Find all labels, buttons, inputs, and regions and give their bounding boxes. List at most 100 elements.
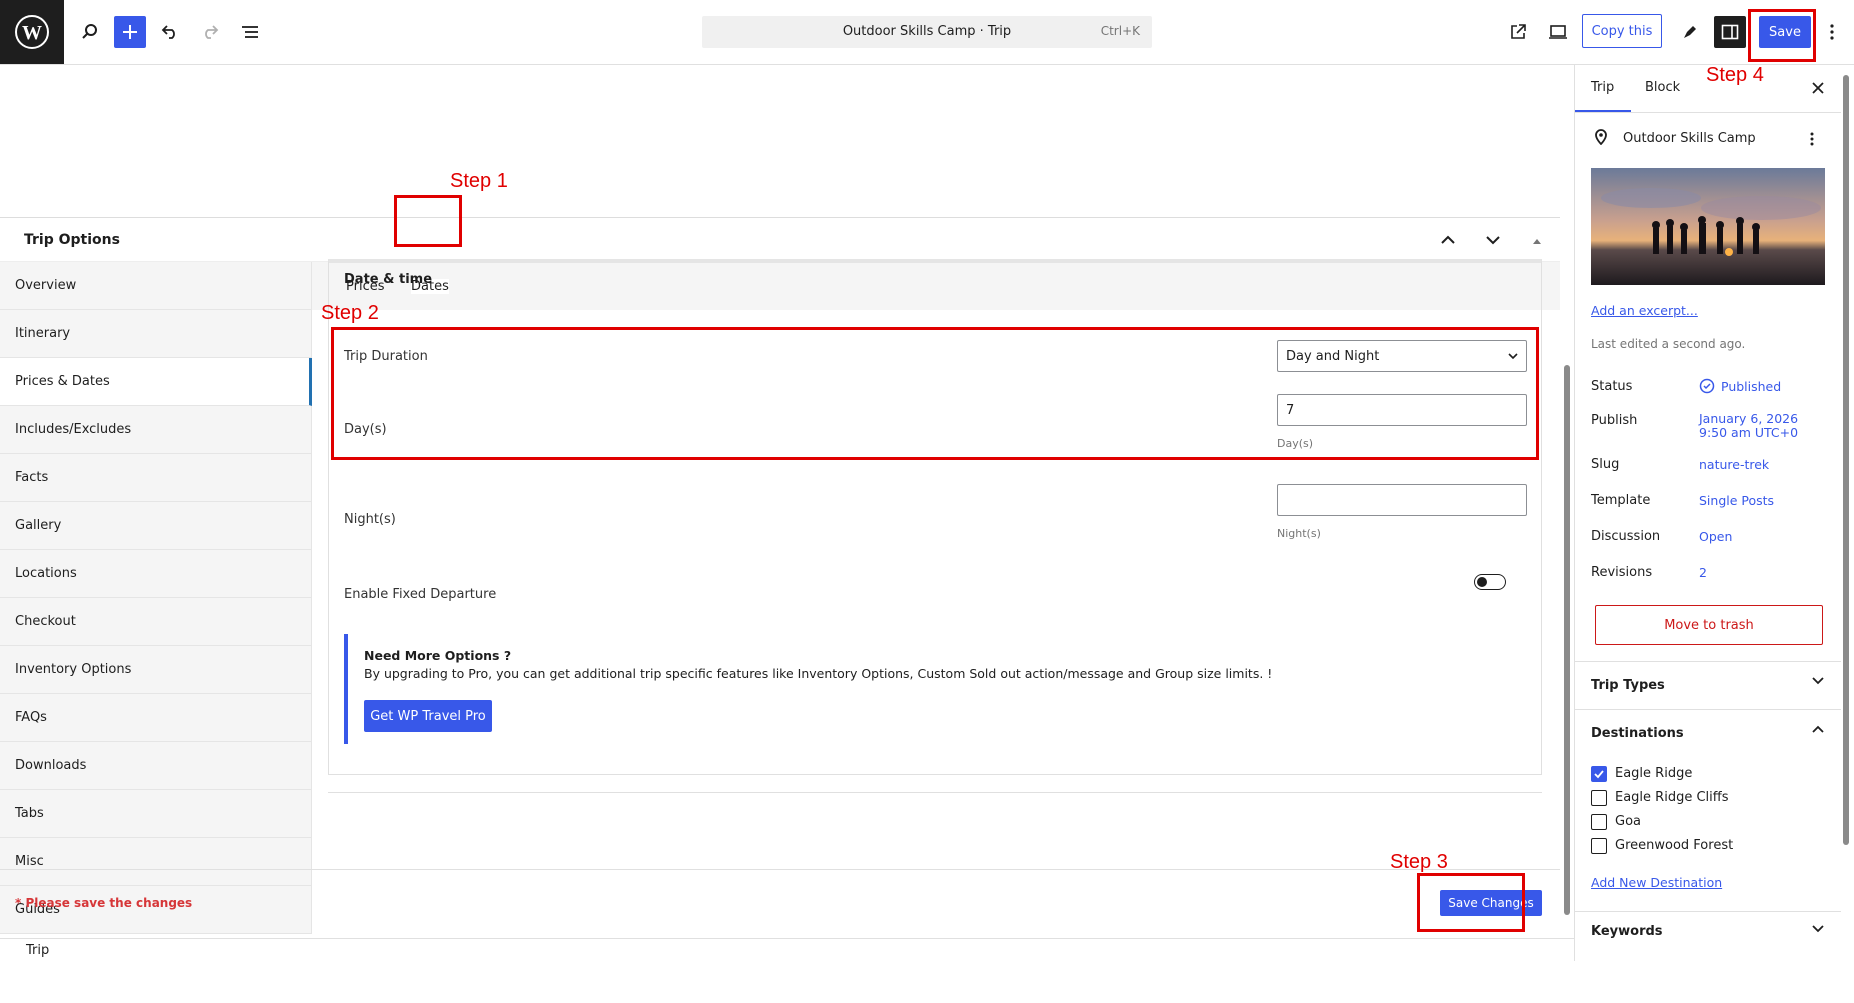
nav-item-facts[interactable]: Facts bbox=[0, 454, 312, 502]
nav-item-prices-dates[interactable]: Prices & Dates bbox=[0, 358, 312, 406]
document-overview-icon[interactable] bbox=[234, 16, 266, 48]
plus-icon bbox=[123, 25, 137, 39]
nav-item-gallery[interactable]: Gallery bbox=[0, 502, 312, 550]
pro-title: Need More Options ? bbox=[364, 648, 512, 663]
pro-text: By upgrading to Pro, you can get additio… bbox=[364, 666, 1273, 681]
trip-types-panel[interactable]: Trip Types bbox=[1575, 661, 1841, 709]
undo-icon[interactable] bbox=[154, 16, 186, 48]
close-icon[interactable] bbox=[1812, 82, 1824, 94]
nights-input[interactable] bbox=[1277, 484, 1527, 516]
publish-time[interactable]: 9:50 am UTC+0 bbox=[1699, 425, 1798, 440]
breadcrumb[interactable]: Trip bbox=[26, 943, 49, 958]
last-edited-text: Last edited a second ago. bbox=[1591, 337, 1746, 351]
revisions-label: Revisions bbox=[1591, 565, 1653, 580]
step-1-annotation: Step 1 bbox=[450, 170, 508, 192]
scrollbar-thumb[interactable] bbox=[1564, 365, 1570, 915]
nav-item-overview[interactable]: Overview bbox=[0, 262, 312, 310]
nav-item-downloads[interactable]: Downloads bbox=[0, 742, 312, 790]
save-warning: * Please save the changes bbox=[15, 896, 193, 910]
add-block-button[interactable] bbox=[114, 16, 146, 48]
tab-block[interactable]: Block bbox=[1645, 80, 1680, 95]
wordpress-icon: W bbox=[15, 15, 49, 49]
tab-trip[interactable]: Trip bbox=[1591, 80, 1614, 95]
step-3-annotation: Step 3 bbox=[1390, 851, 1448, 873]
editor-top-bar: W Outdoor Skills Camp · Trip Ctrl+K Copy… bbox=[0, 0, 1854, 65]
redo-icon[interactable] bbox=[194, 16, 226, 48]
destination-label: Goa bbox=[1615, 814, 1641, 829]
discussion-value[interactable]: Open bbox=[1699, 529, 1732, 544]
settings-sidebar-toggle[interactable] bbox=[1714, 16, 1746, 48]
styles-pen-icon[interactable] bbox=[1674, 16, 1706, 48]
location-pin-icon bbox=[1595, 129, 1607, 145]
editor-footer: Trip bbox=[0, 938, 1574, 961]
keywords-title: Keywords bbox=[1591, 924, 1663, 939]
nav-item-tabs[interactable]: Tabs bbox=[0, 790, 312, 838]
add-new-destination-link[interactable]: Add New Destination bbox=[1591, 875, 1722, 890]
chevron-up-icon[interactable] bbox=[1811, 724, 1825, 734]
nav-item-inventory-options[interactable]: Inventory Options bbox=[0, 646, 312, 694]
destination-checkbox-eagle-ridge-cliffs[interactable] bbox=[1591, 790, 1607, 806]
fixed-departure-label: Enable Fixed Departure bbox=[344, 587, 497, 602]
destination-label: Eagle Ridge Cliffs bbox=[1615, 790, 1729, 805]
save-button[interactable]: Save bbox=[1759, 16, 1811, 48]
chevron-up-icon[interactable] bbox=[1440, 234, 1456, 246]
document-title: Outdoor Skills Camp · Trip bbox=[842, 24, 1012, 39]
add-excerpt-link[interactable]: Add an excerpt... bbox=[1591, 303, 1698, 318]
nav-item-misc[interactable]: Misc bbox=[0, 838, 312, 886]
collapse-triangle-icon[interactable] bbox=[1532, 237, 1542, 245]
destination-checkbox-eagle-ridge[interactable] bbox=[1591, 766, 1607, 782]
publish-date[interactable]: January 6, 2026 bbox=[1699, 411, 1798, 426]
keywords-panel[interactable]: Keywords bbox=[1575, 911, 1841, 959]
revisions-value[interactable]: 2 bbox=[1699, 565, 1707, 580]
section-title: Date & time bbox=[344, 272, 433, 287]
slug-label: Slug bbox=[1591, 457, 1620, 472]
discussion-label: Discussion bbox=[1591, 529, 1661, 544]
copy-this-button[interactable]: Copy this bbox=[1582, 14, 1662, 48]
chevron-down-icon bbox=[1812, 925, 1824, 933]
trip-duration-select[interactable]: Day and Night bbox=[1277, 340, 1527, 372]
destinations-panel: Destinations Eagle Ridge Eagle Ridge Cli… bbox=[1575, 709, 1841, 919]
nav-item-locations[interactable]: Locations bbox=[0, 550, 312, 598]
destination-checkbox-goa[interactable] bbox=[1591, 814, 1607, 830]
published-check-icon bbox=[1699, 378, 1715, 394]
more-options-icon[interactable] bbox=[1809, 131, 1815, 147]
template-value[interactable]: Single Posts bbox=[1699, 493, 1774, 508]
nights-help: Night(s) bbox=[1277, 527, 1321, 540]
nav-item-includes-excludes[interactable]: Includes/Excludes bbox=[0, 406, 312, 454]
destination-label: Eagle Ridge bbox=[1615, 766, 1693, 781]
template-label: Template bbox=[1591, 493, 1651, 508]
nav-item-guides[interactable]: Guides bbox=[0, 886, 312, 934]
nav-item-checkout[interactable]: Checkout bbox=[0, 598, 312, 646]
destination-checkbox-greenwood-forest[interactable] bbox=[1591, 838, 1607, 854]
fixed-departure-toggle[interactable] bbox=[1474, 574, 1506, 590]
canvas-scrollbar[interactable] bbox=[1560, 65, 1574, 938]
upgrade-pro-notice: Need More Options ? By upgrading to Pro,… bbox=[344, 634, 1344, 744]
nights-label: Night(s) bbox=[344, 512, 396, 527]
publish-label: Publish bbox=[1591, 413, 1638, 428]
divider bbox=[0, 869, 1560, 870]
destinations-title[interactable]: Destinations bbox=[1591, 726, 1684, 741]
external-link-icon[interactable] bbox=[1502, 16, 1534, 48]
featured-image[interactable] bbox=[1591, 168, 1825, 285]
status-label: Status bbox=[1591, 379, 1633, 394]
search-icon[interactable] bbox=[74, 16, 106, 48]
nav-item-faqs[interactable]: FAQs bbox=[0, 694, 312, 742]
scrollbar-thumb[interactable] bbox=[1843, 75, 1849, 845]
trip-duration-value: Day and Night bbox=[1286, 349, 1380, 364]
device-preview-icon[interactable] bbox=[1542, 16, 1574, 48]
days-input[interactable]: 7 bbox=[1277, 394, 1527, 426]
shortcut-hint: Ctrl+K bbox=[1100, 24, 1140, 38]
destination-label: Greenwood Forest bbox=[1615, 838, 1734, 853]
slug-value[interactable]: nature-trek bbox=[1699, 457, 1769, 472]
divider bbox=[328, 792, 1542, 793]
more-options-icon[interactable] bbox=[1816, 16, 1848, 48]
chevron-down-icon[interactable] bbox=[1485, 234, 1501, 246]
wordpress-logo-button[interactable]: W bbox=[0, 0, 64, 64]
save-changes-button[interactable]: Save Changes bbox=[1440, 890, 1542, 916]
move-to-trash-button[interactable]: Move to trash bbox=[1595, 605, 1823, 645]
get-wp-travel-pro-button[interactable]: Get WP Travel Pro bbox=[364, 700, 492, 732]
command-palette-bar[interactable]: Outdoor Skills Camp · Trip Ctrl+K bbox=[702, 16, 1152, 48]
status-value[interactable]: Published bbox=[1721, 379, 1781, 394]
nav-item-itinerary[interactable]: Itinerary bbox=[0, 310, 312, 358]
post-title: Outdoor Skills Camp bbox=[1623, 131, 1756, 146]
